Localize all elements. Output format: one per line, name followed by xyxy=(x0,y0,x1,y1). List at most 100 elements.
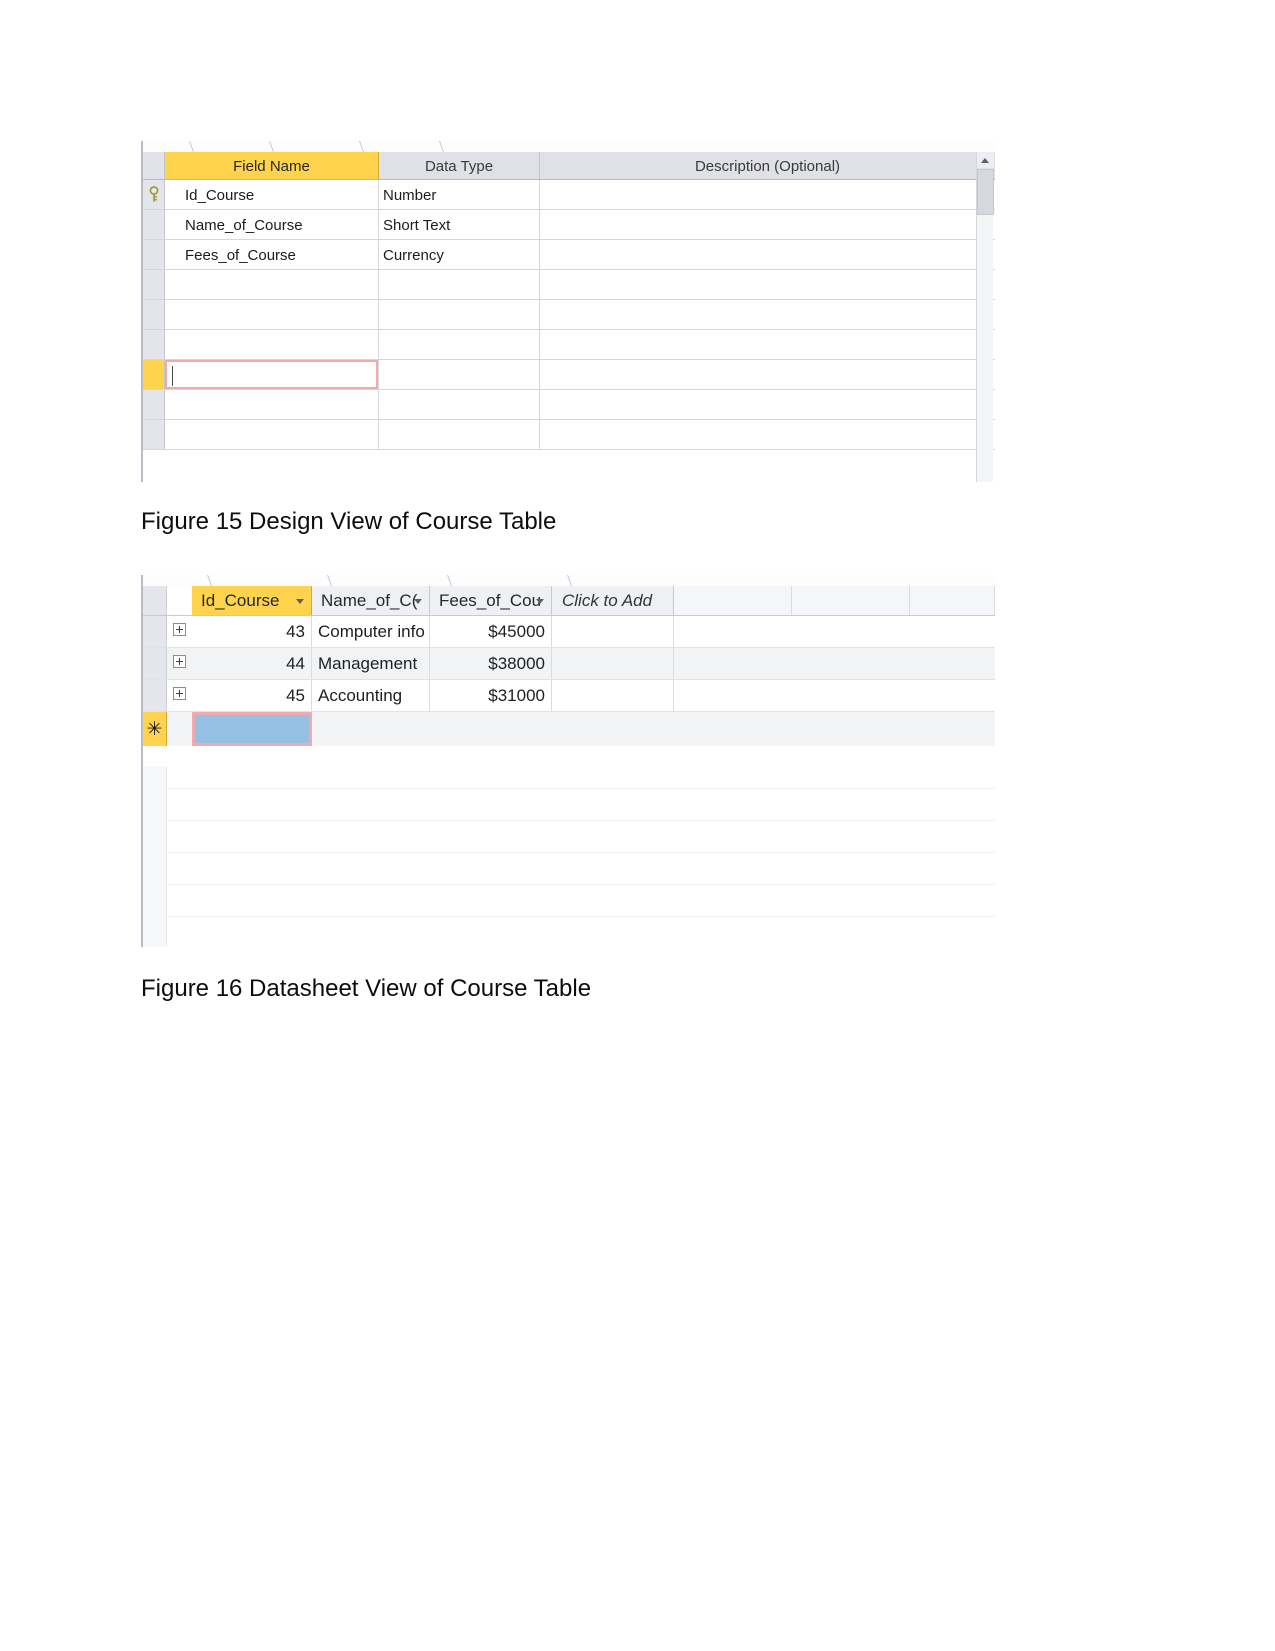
table-row[interactable] xyxy=(143,330,995,360)
select-all-corner[interactable] xyxy=(143,586,167,615)
cell-name-of-course[interactable]: Accounting xyxy=(312,680,430,711)
scrollbar-thumb[interactable] xyxy=(977,169,994,215)
new-record-row-filler xyxy=(312,712,995,746)
data-type-cell[interactable] xyxy=(379,300,540,329)
table-row[interactable] xyxy=(143,270,995,300)
asterisk-icon[interactable]: ✳ xyxy=(143,712,167,746)
datasheet-view-tab-strip xyxy=(143,575,995,586)
plus-expand-icon[interactable] xyxy=(173,687,186,700)
header-filler-segment xyxy=(792,586,910,615)
description-cell[interactable] xyxy=(540,300,995,329)
table-row[interactable] xyxy=(143,420,995,450)
row-filler xyxy=(674,616,995,647)
table-row-active[interactable] xyxy=(143,360,995,390)
description-cell[interactable] xyxy=(540,180,995,209)
datasheet-view-figure: Id_Course Name_of_C( Fees_of_Cou Click t… xyxy=(141,575,995,947)
row-selector[interactable] xyxy=(143,420,165,449)
row-selector[interactable] xyxy=(143,330,165,359)
table-row[interactable]: Fees_of_Course Currency xyxy=(143,240,995,270)
cell-name-of-course[interactable]: Management xyxy=(312,648,430,679)
expand-row-cell[interactable] xyxy=(167,616,192,647)
row-selector[interactable] xyxy=(143,616,167,647)
design-view-tab-strip xyxy=(143,141,995,152)
data-type-cell[interactable] xyxy=(379,360,540,389)
description-cell[interactable] xyxy=(540,270,995,299)
field-name-cell[interactable]: Id_Course xyxy=(165,180,379,209)
table-row[interactable] xyxy=(143,390,995,420)
field-name-cell[interactable] xyxy=(165,270,379,299)
cell-name-of-course[interactable]: Computer info xyxy=(312,616,430,647)
cell-add-placeholder[interactable] xyxy=(552,616,674,647)
column-header-description[interactable]: Description (Optional) xyxy=(540,152,995,179)
data-type-cell[interactable]: Number xyxy=(379,180,540,209)
row-selector[interactable] xyxy=(143,680,167,711)
scroll-up-arrow-icon xyxy=(981,158,989,163)
design-view-scrollbar[interactable] xyxy=(976,152,994,482)
row-selector[interactable] xyxy=(143,390,165,419)
row-selector[interactable] xyxy=(143,240,165,269)
header-filler-segment xyxy=(674,586,792,615)
cell-id-course[interactable]: 44 xyxy=(192,648,312,679)
field-name-cell[interactable] xyxy=(165,390,379,419)
description-cell[interactable] xyxy=(540,420,995,449)
table-row[interactable]: 43 Computer info $45000 xyxy=(143,616,995,648)
column-header-data-type[interactable]: Data Type xyxy=(379,152,540,179)
click-to-add-column[interactable]: Click to Add xyxy=(552,586,674,615)
field-name-cell-editing[interactable] xyxy=(165,360,379,389)
plus-expand-icon[interactable] xyxy=(173,655,186,668)
field-name-cell[interactable] xyxy=(165,420,379,449)
data-type-cell[interactable] xyxy=(379,270,540,299)
column-header-label: Id_Course xyxy=(201,590,280,610)
expand-row-cell[interactable] xyxy=(167,648,192,679)
chevron-down-icon[interactable] xyxy=(536,599,544,604)
cell-id-course[interactable]: 43 xyxy=(192,616,312,647)
description-cell[interactable] xyxy=(540,330,995,359)
new-record-id-cell[interactable] xyxy=(192,712,312,746)
field-name-cell[interactable]: Fees_of_Course xyxy=(165,240,379,269)
description-cell[interactable] xyxy=(540,390,995,419)
description-cell[interactable] xyxy=(540,360,995,389)
table-row[interactable]: 45 Accounting $31000 xyxy=(143,680,995,712)
column-header-id-course[interactable]: Id_Course xyxy=(192,586,312,615)
description-cell[interactable] xyxy=(540,210,995,239)
row-selector[interactable] xyxy=(143,648,167,679)
cell-fees-of-course[interactable]: $38000 xyxy=(430,648,552,679)
row-selector[interactable] xyxy=(143,210,165,239)
chevron-down-icon[interactable] xyxy=(414,599,422,604)
datasheet-grid: Id_Course Name_of_C( Fees_of_Cou Click t… xyxy=(143,586,995,947)
data-type-cell[interactable] xyxy=(379,330,540,359)
cell-fees-of-course[interactable]: $31000 xyxy=(430,680,552,711)
expand-row-cell[interactable] xyxy=(167,680,192,711)
data-type-cell[interactable] xyxy=(379,420,540,449)
chevron-down-icon[interactable] xyxy=(296,599,304,604)
row-selector[interactable] xyxy=(143,180,165,209)
row-selector[interactable] xyxy=(143,300,165,329)
tab-notch xyxy=(250,141,275,152)
description-cell[interactable] xyxy=(540,240,995,269)
field-name-cell[interactable] xyxy=(165,300,379,329)
row-selector[interactable] xyxy=(143,270,165,299)
row-selector-active[interactable] xyxy=(143,360,165,389)
data-type-cell[interactable] xyxy=(379,390,540,419)
field-name-cell[interactable]: Name_of_Course xyxy=(165,210,379,239)
plus-expand-icon[interactable] xyxy=(173,623,186,636)
design-header-corner xyxy=(143,152,165,179)
cell-add-placeholder[interactable] xyxy=(552,680,674,711)
new-record-row[interactable]: ✳ xyxy=(143,712,995,746)
expand-column-header xyxy=(167,586,192,615)
table-row[interactable]: Id_Course Number xyxy=(143,180,995,210)
table-row[interactable]: 44 Management $38000 xyxy=(143,648,995,680)
scrollbar-up-button[interactable] xyxy=(977,152,994,169)
click-to-add-label: Click to Add xyxy=(562,590,653,610)
field-name-cell[interactable] xyxy=(165,330,379,359)
cell-id-course[interactable]: 45 xyxy=(192,680,312,711)
table-row[interactable]: Name_of_Course Short Text xyxy=(143,210,995,240)
cell-fees-of-course[interactable]: $45000 xyxy=(430,616,552,647)
column-header-field-name[interactable]: Field Name xyxy=(165,152,379,179)
table-row[interactable] xyxy=(143,300,995,330)
cell-add-placeholder[interactable] xyxy=(552,648,674,679)
data-type-cell[interactable]: Short Text xyxy=(379,210,540,239)
column-header-name-of-course[interactable]: Name_of_C( xyxy=(312,586,430,615)
column-header-fees-of-course[interactable]: Fees_of_Cou xyxy=(430,586,552,615)
data-type-cell[interactable]: Currency xyxy=(379,240,540,269)
